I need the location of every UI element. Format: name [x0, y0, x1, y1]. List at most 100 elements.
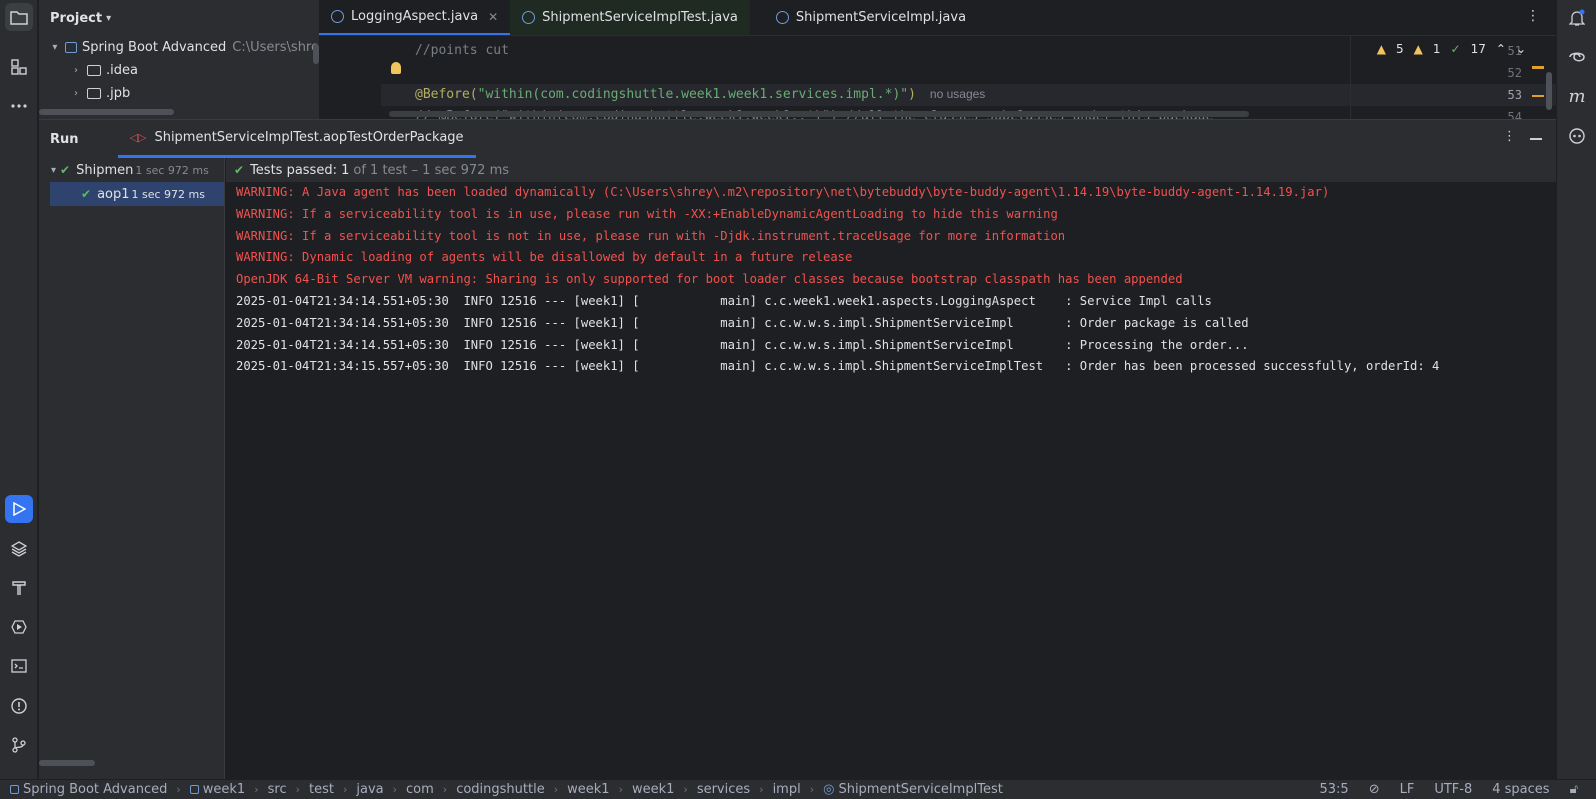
breadcrumb-separator-icon: › [618, 783, 623, 796]
log-line: WARNING: If a serviceability tool is in … [236, 206, 1058, 221]
file-encoding[interactable]: UTF-8 [1434, 782, 1472, 797]
ai-assistant-icon[interactable] [1563, 43, 1591, 71]
run-icon[interactable] [5, 495, 33, 523]
expand-arrow-icon[interactable]: ▾ [49, 42, 61, 53]
breadcrumb-item[interactable]: impl [773, 782, 801, 797]
copilot-icon[interactable] [1563, 122, 1591, 150]
chevron-down-icon[interactable]: ▾ [106, 13, 111, 24]
no-power-save-icon[interactable]: ⊘ [1369, 782, 1380, 797]
project-panel-header[interactable]: Project ▾ [39, 0, 319, 36]
lock-icon[interactable]: 🔓︎ [1570, 782, 1578, 797]
breadcrumb-item[interactable]: services [697, 782, 750, 797]
breadcrumb: Spring Boot Advanced › week1 › src › test › … [0, 782, 1003, 797]
breadcrumb-item[interactable]: Spring Boot Advanced [23, 782, 167, 797]
log-line: 2025-01-04T21:34:15.557+05:30 INFO 12516… [236, 359, 1440, 374]
line-number: 53 [1507, 88, 1522, 102]
editor-vertical-scrollbar[interactable] [1546, 72, 1552, 110]
test-case-name: aop1 [97, 186, 130, 202]
close-icon[interactable]: ✕ [488, 10, 498, 24]
tree-item-idea[interactable]: › .idea [39, 59, 319, 82]
previous-highlight-icon[interactable]: ⌃ [1496, 42, 1506, 56]
code-view[interactable]: 51 52 53 54 //points cut @Before("within… [319, 36, 1556, 119]
typo-count: 17 [1470, 42, 1486, 56]
tab-logging-aspect[interactable]: LoggingAspect.java ✕ [319, 0, 511, 35]
tree-root[interactable]: ▾ Spring Boot Advanced C:\Users\shre [39, 36, 319, 59]
editor-tabs: LoggingAspect.java ✕ ShipmentServiceImpl… [319, 0, 1556, 36]
module-icon [189, 785, 199, 794]
collapse-arrow-icon[interactable]: › [69, 88, 83, 99]
breadcrumb-item[interactable]: com [406, 782, 434, 797]
git-branch-icon[interactable] [5, 731, 33, 759]
layers-icon[interactable] [5, 535, 33, 563]
breadcrumb-item[interactable]: week1 [203, 782, 245, 797]
status-widgets: 53:5 ⊘ LF UTF-8 4 spaces 🔓︎ [1319, 782, 1578, 797]
notifications-bell-icon[interactable] [1563, 4, 1591, 32]
log-line: WARNING: Dynamic loading of agents will … [236, 250, 853, 265]
tab-shipment-service-impl[interactable]: ShipmentServiceImpl.java [764, 0, 978, 35]
folder-icon [87, 65, 101, 76]
intention-bulb-icon[interactable] [391, 62, 401, 74]
passed-check-icon: ✔ [60, 163, 71, 177]
breadcrumb-separator-icon: › [553, 783, 559, 796]
tests-horizontal-scrollbar[interactable] [39, 760, 95, 766]
editor-horizontal-scrollbar[interactable] [389, 111, 1249, 117]
typo-check-icon: ✓ [1450, 42, 1461, 56]
breadcrumb-item[interactable]: week1 [567, 782, 609, 797]
log-line: WARNING: If a serviceability tool is not… [236, 228, 1066, 243]
tests-passed-label: Tests passed: 1 [250, 162, 350, 178]
java-class-icon [331, 10, 344, 23]
test-results-tree: ▾ ✔ Shipmen 1 sec 972 ms ✔ aop1 1 sec 97… [39, 158, 225, 780]
test-case-row[interactable]: ✔ aop1 1 sec 972 ms [50, 182, 224, 206]
test-case-duration: 1 sec 972 ms [131, 187, 205, 201]
tree-root-label: Spring Boot Advanced [81, 40, 227, 55]
terminal-icon[interactable] [5, 652, 33, 680]
run-options-icon[interactable]: ⋮ [1503, 129, 1516, 144]
breadcrumb-item[interactable]: ShipmentServiceImplTest [838, 782, 1002, 797]
more-tools-icon[interactable] [5, 92, 33, 120]
problems-icon[interactable] [5, 692, 33, 720]
line-ending[interactable]: LF [1400, 782, 1415, 797]
project-folder-icon[interactable] [5, 3, 33, 31]
breadcrumb-separator-icon: › [342, 783, 348, 796]
breadcrumb-item[interactable]: test [309, 782, 334, 797]
run-tab-label: ShipmentServiceImplTest.aopTestOrderPack… [154, 130, 464, 145]
test-suite-row[interactable]: ▾ ✔ Shipmen 1 sec 972 ms [39, 158, 224, 182]
tabs-more-icon[interactable]: ⋮ [1526, 8, 1540, 24]
usages-hint[interactable]: no usages [930, 87, 985, 101]
error-stripe-marker[interactable] [1532, 66, 1544, 69]
project-title: Project [50, 10, 103, 26]
line-number: 52 [1507, 66, 1522, 80]
minimize-icon[interactable] [1530, 138, 1542, 140]
breadcrumb-item[interactable]: week1 [632, 782, 674, 797]
breadcrumb-separator-icon: › [759, 783, 764, 796]
breadcrumb-item[interactable]: java [356, 782, 383, 797]
editor-divider [1350, 36, 1351, 119]
left-tool-strip [0, 0, 38, 779]
module-icon [10, 785, 19, 794]
breadcrumb-separator-icon: › [809, 783, 815, 796]
expand-arrow-icon[interactable]: ▾ [51, 165, 56, 176]
error-stripe-marker[interactable] [1532, 95, 1544, 97]
log-line: 2025-01-04T21:34:14.551+05:30 INFO 12516… [236, 315, 1249, 330]
tab-label: LoggingAspect.java [351, 9, 479, 24]
caret-position[interactable]: 53:5 [1319, 782, 1348, 797]
breadcrumb-item[interactable]: src [268, 782, 287, 797]
services-icon[interactable] [5, 613, 33, 641]
build-hammer-icon[interactable] [5, 574, 33, 602]
collapse-arrow-icon[interactable]: › [69, 65, 83, 76]
inspection-widget[interactable]: ▲ 5 ▲ 1 ✓ 17 ⌃ ⌄ [1377, 42, 1526, 56]
maven-icon[interactable]: m [1563, 82, 1591, 110]
console-output[interactable]: ✔ Tests passed: 1 of 1 test – 1 sec 972 … [226, 158, 1556, 780]
status-bar: Spring Boot Advanced › week1 › src › test › … [0, 779, 1596, 799]
project-horizontal-scrollbar[interactable] [39, 109, 174, 115]
tree-item-jpb[interactable]: › .jpb [39, 82, 319, 105]
run-configuration-tab[interactable]: ◁▷ ShipmentServiceImplTest.aopTestOrderP… [117, 120, 476, 158]
tab-shipment-service-impl-test[interactable]: ShipmentServiceImplTest.java [510, 0, 750, 35]
indent-setting[interactable]: 4 spaces [1492, 782, 1549, 797]
paren-token: ) [908, 87, 916, 102]
next-highlight-icon[interactable]: ⌄ [1516, 42, 1526, 56]
structure-icon[interactable] [5, 53, 33, 81]
breadcrumb-item[interactable]: codingshuttle [456, 782, 545, 797]
right-tool-strip: m [1556, 0, 1596, 779]
weak-warning-icon: ▲ [1413, 42, 1423, 56]
